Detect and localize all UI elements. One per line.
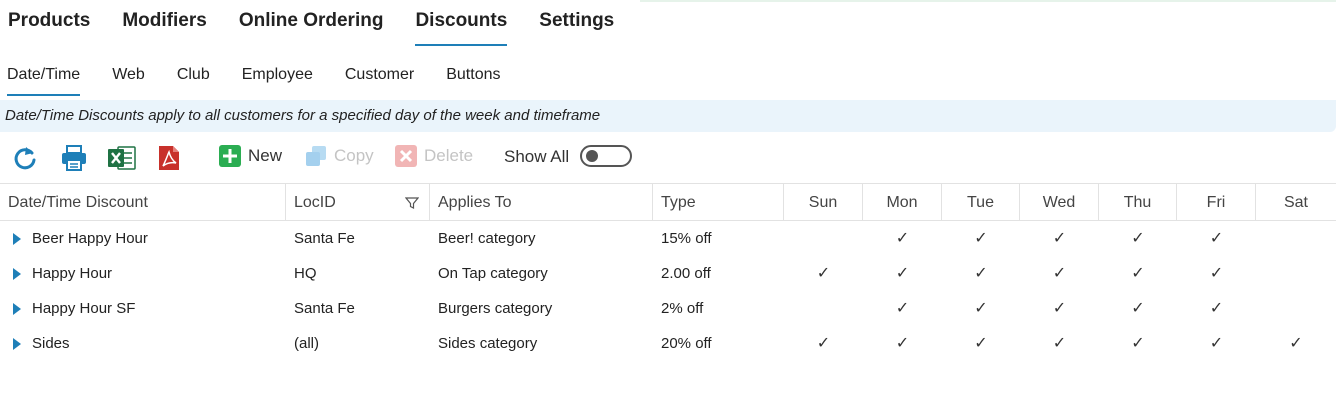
check-icon-fri: ✓ <box>1209 335 1224 352</box>
header-locid-label: LocID <box>294 194 336 211</box>
filter-icon[interactable] <box>405 196 419 210</box>
discount-name-cell: Happy Hour <box>32 265 113 282</box>
header-locid[interactable]: LocID <box>286 184 430 220</box>
header-sun[interactable]: Sun <box>784 184 863 220</box>
check-icon-wed: ✓ <box>1052 335 1067 352</box>
info-banner: Date/Time Discounts apply to all custome… <box>0 100 1336 132</box>
subtab-buttons[interactable]: Buttons <box>446 66 500 96</box>
sub-nav: Date/Time Web Club Employee Customer But… <box>7 66 533 96</box>
copy-button[interactable]: Copy <box>304 144 374 168</box>
check-icon-mon: ✓ <box>895 335 910 352</box>
discounts-table: Date/Time Discount LocID Applies To Type… <box>0 183 1336 361</box>
table-header-row: Date/Time Discount LocID Applies To Type… <box>0 183 1336 221</box>
tab-settings[interactable]: Settings <box>539 0 614 46</box>
top-nav: Products Modifiers Online Ordering Disco… <box>8 0 646 48</box>
show-all-toggle[interactable] <box>580 145 632 167</box>
tab-discounts[interactable]: Discounts <box>415 0 507 46</box>
pdf-export-button[interactable] <box>157 144 181 172</box>
check-icon-mon: ✓ <box>895 230 910 247</box>
excel-export-button[interactable] <box>107 144 137 172</box>
header-applies-to[interactable]: Applies To <box>430 184 653 220</box>
check-icon-sun: ✓ <box>816 335 831 352</box>
applies-to-cell: Burgers category <box>438 300 553 317</box>
type-cell: 15% off <box>661 230 712 247</box>
check-icon-thu: ✓ <box>1131 230 1145 247</box>
check-icon-fri: ✓ <box>1209 230 1224 247</box>
check-icon-tue: ✓ <box>974 230 988 247</box>
refresh-button[interactable] <box>12 144 38 172</box>
pdf-icon <box>159 146 179 170</box>
check-icon-wed: ✓ <box>1052 300 1067 317</box>
subtab-club[interactable]: Club <box>177 66 210 96</box>
refresh-icon <box>14 147 36 170</box>
new-button[interactable]: New <box>218 144 282 168</box>
print-button[interactable] <box>60 144 88 172</box>
plus-icon <box>219 145 241 167</box>
check-icon-fri: ✓ <box>1209 265 1224 282</box>
check-icon-tue: ✓ <box>974 265 988 282</box>
header-type[interactable]: Type <box>653 184 784 220</box>
header-fri[interactable]: Fri <box>1177 184 1256 220</box>
delete-icon <box>395 145 417 167</box>
locid-cell: HQ <box>294 265 317 282</box>
check-icon-wed: ✓ <box>1052 230 1067 247</box>
header-discount[interactable]: Date/Time Discount <box>0 184 286 220</box>
header-thu[interactable]: Thu <box>1099 184 1177 220</box>
table-row[interactable]: Happy Hour HQ On Tap category 2.00 off ✓ ✓ ✓ ✓ ✓… <box>0 256 1336 291</box>
top-border <box>640 0 1336 2</box>
discount-name-cell: Sides <box>32 335 70 352</box>
header-mon[interactable]: Mon <box>863 184 942 220</box>
copy-icon <box>306 146 326 166</box>
applies-to-cell: Beer! category <box>438 230 536 247</box>
subtab-web[interactable]: Web <box>112 66 145 96</box>
check-icon-tue: ✓ <box>974 300 988 317</box>
table-row[interactable]: Sides (all) Sides category 20% off ✓ ✓ ✓ ✓ ✓ ✓ ✓ <box>0 326 1336 361</box>
check-icon-mon: ✓ <box>895 265 910 282</box>
header-sat[interactable]: Sat <box>1256 184 1336 220</box>
check-icon-sat: ✓ <box>1289 335 1303 352</box>
show-all-label-wrap: Show All <box>504 147 569 167</box>
subtab-date-time[interactable]: Date/Time <box>7 66 81 96</box>
check-icon-fri: ✓ <box>1209 300 1224 317</box>
type-cell: 2% off <box>661 300 704 317</box>
check-icon-tue: ✓ <box>974 335 988 352</box>
discount-name-cell: Beer Happy Hour <box>32 230 148 247</box>
check-icon-mon: ✓ <box>895 300 910 317</box>
table-row[interactable]: Beer Happy Hour Santa Fe Beer! category 15%… <box>0 221 1336 256</box>
applies-to-cell: Sides category <box>438 335 538 352</box>
check-icon-thu: ✓ <box>1131 265 1145 282</box>
copy-label: Copy <box>334 146 374 165</box>
delete-button[interactable]: Delete <box>394 144 473 168</box>
delete-label: Delete <box>424 146 474 165</box>
locid-cell: Santa Fe <box>294 230 355 247</box>
header-wed[interactable]: Wed <box>1020 184 1099 220</box>
check-icon-wed: ✓ <box>1052 265 1067 282</box>
tab-modifiers[interactable]: Modifiers <box>122 0 206 46</box>
locid-cell: (all) <box>294 335 319 352</box>
show-all-label: Show All <box>504 147 570 166</box>
toggle-knob <box>586 150 598 162</box>
subtab-employee[interactable]: Employee <box>242 66 313 96</box>
new-label: New <box>248 146 283 165</box>
type-cell: 20% off <box>661 335 712 352</box>
excel-icon <box>108 146 136 170</box>
locid-cell: Santa Fe <box>294 300 355 317</box>
subtab-customer[interactable]: Customer <box>345 66 414 96</box>
table-body: Beer Happy Hour Santa Fe Beer! category 15%… <box>0 221 1336 361</box>
type-cell: 2.00 off <box>661 265 711 282</box>
print-icon <box>62 145 86 171</box>
tab-products[interactable]: Products <box>8 0 90 46</box>
check-icon-sun: ✓ <box>816 265 831 282</box>
table-row[interactable]: Happy Hour SF Santa Fe Burgers category 2% … <box>0 291 1336 326</box>
header-tue[interactable]: Tue <box>942 184 1020 220</box>
check-icon-thu: ✓ <box>1131 335 1145 352</box>
check-icon-thu: ✓ <box>1131 300 1145 317</box>
tab-online-ordering[interactable]: Online Ordering <box>239 0 384 46</box>
applies-to-cell: On Tap category <box>438 265 548 282</box>
toolbar: New Copy Delete Show All <box>0 140 1336 176</box>
discount-name-cell: Happy Hour SF <box>32 300 136 317</box>
